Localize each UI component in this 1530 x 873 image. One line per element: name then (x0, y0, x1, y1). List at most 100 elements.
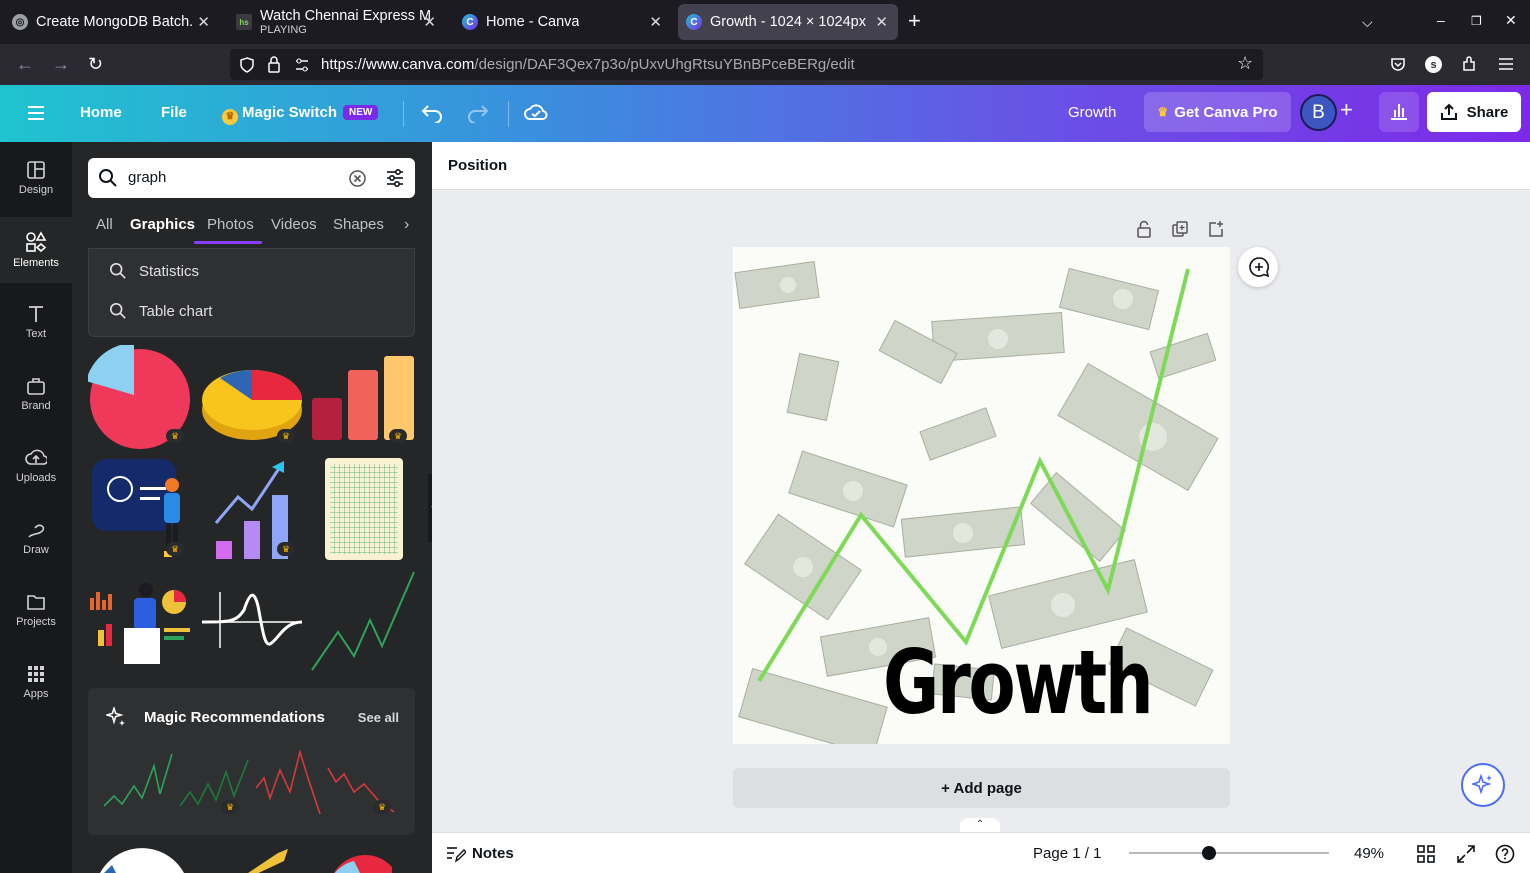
close-window-button[interactable]: ✕ (1505, 12, 1517, 29)
permissions-icon[interactable] (294, 57, 310, 73)
hamburger-menu-icon[interactable] (27, 105, 45, 121)
get-pro-label: Get Canva Pro (1174, 103, 1278, 121)
close-tab-icon[interactable]: ✕ (197, 13, 210, 31)
tab-title: Watch Chennai Express M (260, 8, 432, 24)
new-tab-button[interactable]: + (908, 10, 921, 32)
notes-button[interactable]: Notes (472, 845, 514, 862)
back-arrow-icon[interactable]: ← (16, 54, 34, 75)
canva-icon: C (462, 14, 478, 30)
hotstar-icon: hs (236, 14, 252, 30)
more-graphics-row[interactable] (92, 847, 412, 873)
minimize-button[interactable]: – (1437, 12, 1445, 28)
rail-item-uploads[interactable]: Uploads (0, 433, 72, 499)
design-page[interactable]: Growth (733, 247, 1230, 744)
see-all-link[interactable]: See all (358, 710, 399, 725)
crown-icon: ♛ (373, 800, 391, 814)
divider (403, 101, 404, 127)
rail-item-elements[interactable]: Elements (0, 217, 72, 283)
pocket-icon[interactable] (1390, 56, 1406, 72)
url-host: https://www.canva.com (321, 56, 475, 73)
browser-tab-chennai[interactable]: hs Watch Chennai Express M PLAYING ✕ (228, 4, 446, 40)
rail-item-design[interactable]: Design (0, 145, 72, 211)
close-tab-icon[interactable]: ✕ (875, 13, 888, 31)
rail-item-projects[interactable]: Projects (0, 577, 72, 643)
tab-videos[interactable]: Videos (271, 216, 317, 233)
address-bar[interactable]: https://www.canva.com/design/DAF3Qex7p3o… (230, 49, 1263, 80)
zoom-level[interactable]: 49% (1354, 845, 1384, 862)
zigzag-line-graphic[interactable] (310, 570, 416, 674)
tab-shapes[interactable]: Shapes (333, 216, 384, 233)
notes-icon (447, 847, 466, 863)
rail-item-brand[interactable]: Brand (0, 361, 72, 427)
tab-graphics[interactable]: Graphics (130, 216, 195, 233)
lock-page-icon[interactable] (1135, 220, 1153, 238)
browser-tab-canva-growth[interactable]: C Growth - 1024 × 1024px ✕ (678, 4, 898, 40)
bar-chart-graphic[interactable] (310, 354, 416, 440)
home-menu[interactable]: Home (80, 104, 122, 121)
recommended-line-graphics[interactable] (102, 748, 402, 822)
insights-button[interactable] (1379, 92, 1419, 132)
magic-switch-button[interactable]: ♛ Magic Switch NEW (222, 104, 379, 125)
rail-item-text[interactable]: Text (0, 289, 72, 355)
search-icon (109, 262, 126, 279)
redo-icon[interactable] (467, 103, 489, 123)
position-button[interactable]: Position (448, 157, 507, 174)
rail-label: Projects (16, 616, 56, 628)
show-pages-chevron-icon[interactable]: ⌃ (960, 818, 1000, 832)
extensions-icon[interactable] (1461, 56, 1478, 73)
cloud-saved-icon[interactable] (524, 102, 548, 122)
bookmark-star-icon[interactable]: ☆ (1237, 53, 1253, 74)
page-indicator[interactable]: Page 1 / 1 (1033, 845, 1101, 862)
share-button[interactable]: Share (1427, 92, 1521, 132)
document-title[interactable]: Growth (1068, 104, 1116, 121)
zoom-slider-knob[interactable] (1201, 846, 1216, 860)
close-tab-icon[interactable]: ✕ (423, 13, 436, 31)
fullscreen-icon[interactable] (1457, 845, 1475, 863)
rail-item-draw[interactable]: Draw (0, 505, 72, 571)
restore-button[interactable]: ❐ (1471, 14, 1482, 28)
filter-sliders-icon[interactable] (385, 168, 405, 188)
add-page-icon[interactable] (1207, 220, 1225, 238)
reload-icon[interactable]: ↻ (88, 54, 103, 75)
hamburger-menu-icon[interactable] (1498, 57, 1514, 71)
grid-view-icon[interactable] (1417, 845, 1435, 863)
shield-icon (240, 57, 254, 73)
tabs-scroll-right-icon[interactable]: › (404, 216, 409, 234)
add-page-button[interactable]: + Add page (733, 768, 1230, 808)
tab-all[interactable]: All (96, 216, 113, 233)
zoom-slider[interactable] (1129, 846, 1329, 860)
search-value[interactable]: graph (128, 169, 166, 186)
duplicate-page-icon[interactable] (1171, 220, 1189, 238)
account-avatar[interactable]: s (1425, 56, 1442, 73)
add-comment-button[interactable] (1238, 247, 1278, 287)
magic-recommendations-title: Magic Recommendations (144, 709, 325, 726)
file-menu[interactable]: File (161, 104, 187, 121)
magic-switch-label: Magic Switch (242, 104, 338, 121)
invite-plus-button[interactable]: + (1340, 97, 1353, 123)
growth-heading[interactable]: Growth (883, 635, 1154, 731)
forward-arrow-icon[interactable]: → (52, 54, 70, 75)
get-canva-pro-button[interactable]: ♛ Get Canva Pro (1144, 92, 1291, 132)
clear-search-icon[interactable] (349, 170, 366, 187)
analyst-with-charts-graphic[interactable] (88, 578, 192, 664)
avatar[interactable]: B (1300, 94, 1337, 131)
suggestion-statistics[interactable]: Statistics (109, 262, 199, 280)
crown-icon: ♛ (221, 800, 239, 814)
suggestion-table-chart[interactable]: Table chart (109, 302, 212, 320)
search-icon (99, 169, 117, 187)
graph-paper-graphic[interactable] (324, 457, 404, 561)
undo-icon[interactable] (421, 103, 443, 123)
waveform-curve-graphic[interactable] (200, 586, 304, 652)
search-input[interactable]: graph (88, 158, 415, 198)
magic-assistant-button[interactable] (1461, 763, 1505, 807)
browser-tab-canva-home[interactable]: C Home - Canva ✕ (454, 4, 672, 40)
url-text[interactable]: https://www.canva.com/design/DAF3Qex7p3o… (321, 56, 855, 73)
tab-photos[interactable]: Photos (207, 216, 254, 233)
rail-label: Draw (23, 544, 49, 556)
browser-tab-mongodb[interactable]: ◎ Create MongoDB Batch. ✕ (4, 4, 220, 40)
help-icon[interactable] (1495, 844, 1515, 864)
close-tab-icon[interactable]: ✕ (649, 13, 662, 31)
rail-item-apps[interactable]: Apps (0, 649, 72, 715)
tab-list-chevron-icon[interactable]: ⌵ (1362, 14, 1373, 31)
divider (508, 101, 509, 127)
